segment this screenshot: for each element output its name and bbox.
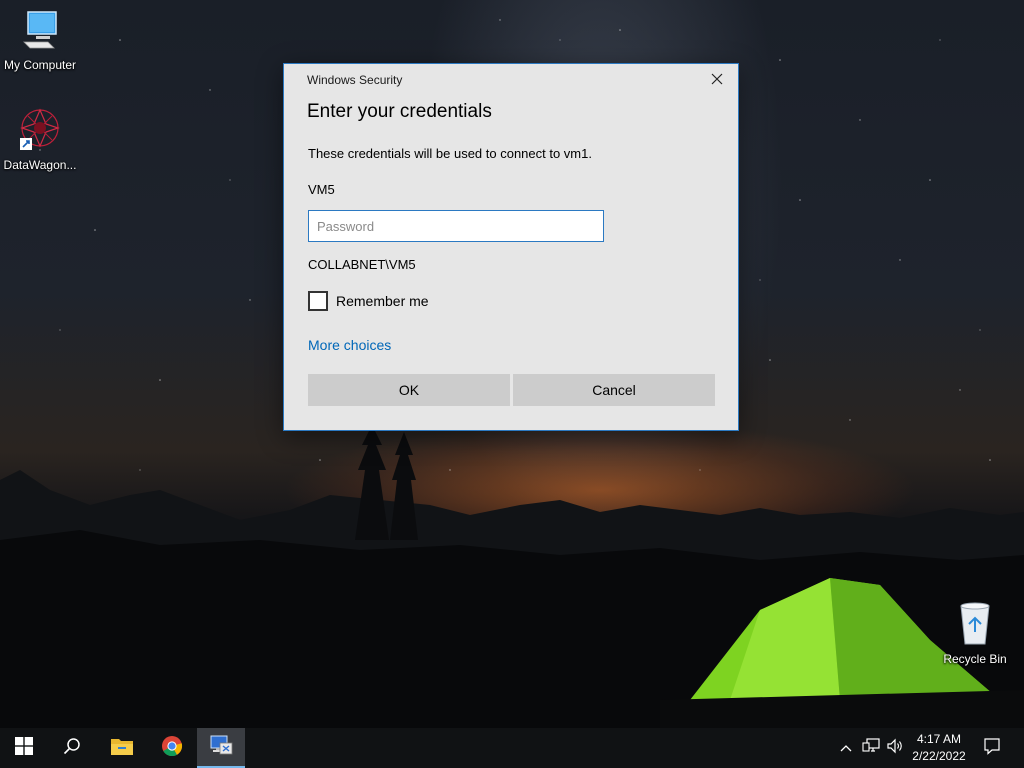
checkbox-box[interactable] (308, 291, 328, 311)
remote-desktop-icon (208, 733, 234, 762)
recycle-bin-icon (935, 600, 1015, 649)
password-input[interactable] (308, 210, 604, 242)
domain-user-label: COLLABNET\VM5 (308, 257, 416, 272)
network-icon (862, 737, 880, 759)
desktop-icon-recycle-bin[interactable]: Recycle Bin (935, 600, 1015, 666)
remember-me-checkbox[interactable]: Remember me (308, 291, 429, 311)
credentials-dialog: Windows Security Enter your credentials … (283, 63, 739, 431)
chrome-icon (161, 735, 183, 762)
taskbar-chrome[interactable] (148, 728, 196, 768)
close-icon (711, 72, 723, 90)
dialog-heading: Enter your credentials (307, 101, 492, 122)
dialog-description: These credentials will be used to connec… (308, 146, 592, 161)
desktop-icon-label: My Computer (3, 58, 77, 72)
taskbar-remote-desktop[interactable] (197, 728, 245, 768)
taskbar: 4:17 AM 2/22/2022 (0, 728, 1024, 768)
taskbar-clock[interactable]: 4:17 AM 2/22/2022 (908, 731, 970, 765)
desktop-icon-label: Recycle Bin (943, 652, 1007, 666)
show-hidden-icons-button[interactable] (836, 728, 856, 768)
desktop-icon-label: DataWagon... (3, 158, 77, 172)
taskbar-file-explorer[interactable] (98, 728, 146, 768)
desktop-icon-my-computer[interactable]: My Computer (0, 8, 80, 72)
clock-time: 4:17 AM (916, 732, 962, 746)
desktop-icon-datawagon[interactable]: DataWagon... (0, 106, 80, 172)
cancel-button[interactable]: Cancel (513, 374, 715, 406)
network-button[interactable] (860, 728, 882, 768)
volume-button[interactable] (884, 728, 906, 768)
more-choices-link[interactable]: More choices (308, 337, 391, 353)
chevron-up-icon (840, 739, 852, 757)
action-center-button[interactable] (978, 728, 1006, 768)
datawagon-icon (0, 106, 80, 155)
notification-icon (983, 737, 1001, 760)
search-icon (63, 737, 81, 760)
file-explorer-icon (110, 736, 134, 761)
clock-date: 2/22/2022 (912, 749, 966, 763)
ok-button[interactable]: OK (308, 374, 510, 406)
start-button[interactable] (0, 728, 48, 768)
monitor-icon (0, 8, 80, 55)
username-label: VM5 (308, 182, 335, 197)
volume-icon (886, 738, 904, 759)
search-button[interactable] (48, 728, 96, 768)
close-button[interactable] (706, 72, 728, 90)
windows-start-icon (15, 736, 33, 760)
dialog-window-title: Windows Security (307, 73, 403, 87)
remember-me-label: Remember me (336, 293, 429, 309)
